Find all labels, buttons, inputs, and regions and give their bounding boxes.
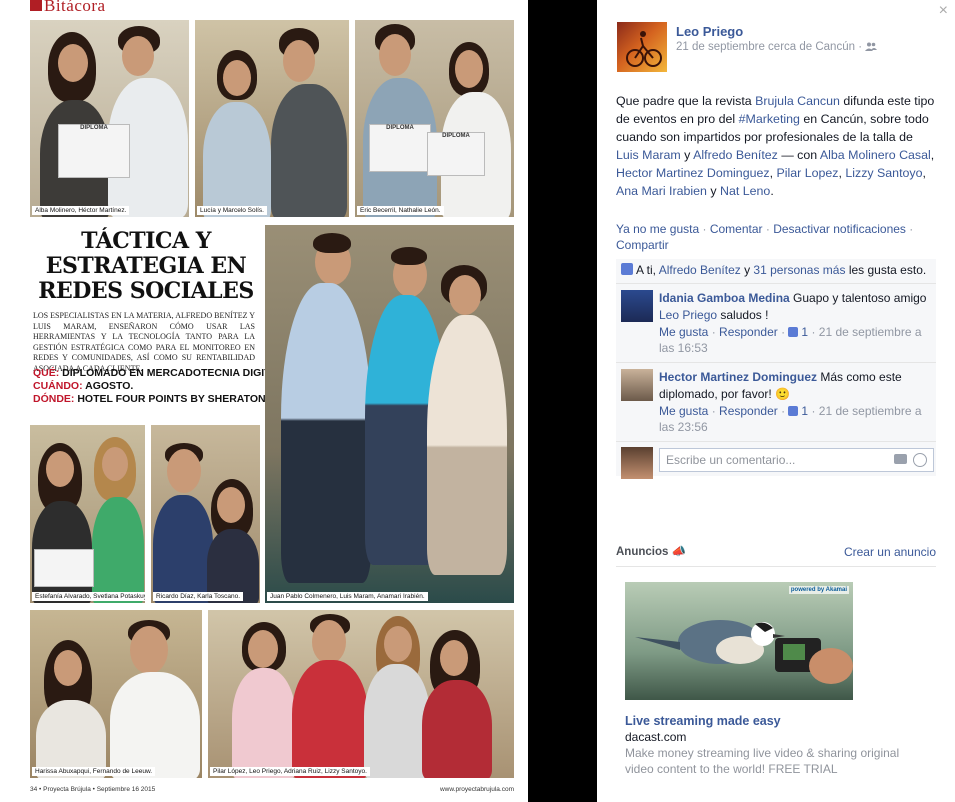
magazine-footer-url: www.proyectabrujula.com bbox=[439, 786, 514, 793]
photo-alba-hector: DIPLOMA Alba Molinero, Héctor Martínez. bbox=[30, 20, 189, 217]
photo-lucia-marcelo: Lucía y Marcelo Solís. bbox=[195, 20, 349, 217]
tag-hector-martinez-dominguez[interactable]: Hector Martinez Dominguez bbox=[616, 166, 770, 180]
post-actions: Ya no me gusta · Comentar · Desactivar n… bbox=[616, 222, 914, 252]
photo-caption: Estefanía Alvarado, Svetlana Potaskuyeva… bbox=[32, 592, 145, 601]
mention-alfredo-benitez[interactable]: Alfredo Benítez bbox=[693, 148, 778, 162]
comment-author-link[interactable]: Idania Gamboa Medina bbox=[659, 291, 790, 305]
diploma: DIPLOMA bbox=[58, 124, 130, 178]
info-what: QUÉ: DIPLOMADO EN MERCADOTECNIA DIGITAL. bbox=[33, 367, 287, 379]
ad-image[interactable]: powered by Akamai bbox=[625, 582, 853, 700]
post-meta: 21 de septiembre cerca de Cancún · bbox=[676, 41, 878, 53]
post-timestamp[interactable]: 21 de septiembre cerca de Cancún · bbox=[676, 41, 862, 53]
comment-link[interactable]: Comentar bbox=[710, 222, 763, 236]
tag-nat-leno[interactable]: Nat Leno bbox=[720, 184, 770, 198]
comment-mention-link[interactable]: Leo Priego bbox=[659, 308, 717, 322]
info-where: DÓNDE: HOTEL FOUR POINTS BY SHERATON. bbox=[33, 393, 269, 405]
photo-estefania-svetlana: Estefanía Alvarado, Svetlana Potaskuyeva… bbox=[30, 425, 145, 603]
write-comment-row: Escribe un comentario... bbox=[616, 442, 936, 479]
magazine-logo: Bitácora bbox=[30, 0, 106, 16]
ads-header: Anuncios 📣 Crear un anuncio bbox=[616, 544, 936, 567]
mention-brujula-cancun[interactable]: Brujula Cancun bbox=[755, 94, 840, 108]
liker-alfredo-benitez[interactable]: Alfredo Benítez bbox=[659, 263, 741, 277]
likes-summary: A ti, Alfredo Benítez y 31 personas más … bbox=[616, 259, 936, 284]
disable-notifications-link[interactable]: Desactivar notificaciones bbox=[773, 222, 906, 236]
photo-harissa-fernando: Harissa Abuxapqui, Fernando de Leeuw. bbox=[30, 610, 202, 778]
hashtag-marketing[interactable]: #Marketing bbox=[739, 112, 800, 126]
current-user-avatar bbox=[621, 447, 653, 479]
tag-alba-molinero-casal[interactable]: Alba Molinero Casal bbox=[820, 148, 931, 162]
post-text: Que padre que la revista Brujula Cancun … bbox=[616, 94, 935, 198]
like-thumb-icon bbox=[621, 263, 633, 275]
comment-reply-link[interactable]: Responder bbox=[719, 325, 778, 339]
share-link[interactable]: Compartir bbox=[616, 238, 669, 252]
photo-caption: Eric Becerril, Nathalie León. bbox=[357, 206, 444, 215]
megaphone-icon: 📣 bbox=[671, 546, 686, 558]
close-icon[interactable]: × bbox=[939, 2, 948, 20]
comment-like-link[interactable]: Me gusta bbox=[659, 404, 708, 418]
ads-label: Anuncios 📣 bbox=[616, 546, 686, 558]
create-ad-link[interactable]: Crear un anuncio bbox=[844, 545, 936, 559]
info-when: CUÁNDO: AGOSTO. bbox=[33, 380, 134, 392]
emoji-icon[interactable] bbox=[913, 453, 927, 467]
ad-title-link[interactable]: Live streaming made easy bbox=[625, 714, 781, 728]
comment-input-placeholder: Escribe un comentario... bbox=[666, 453, 796, 467]
photo-ricardo-karla: Ricardo Díaz, Karla Toscano. bbox=[151, 425, 260, 603]
like-thumb-icon bbox=[788, 406, 799, 416]
comments-section: A ti, Alfredo Benítez y 31 personas más … bbox=[616, 259, 936, 479]
tag-pilar-lopez[interactable]: Pilar Lopez bbox=[776, 166, 838, 180]
tag-lizzy-santoyo[interactable]: Lizzy Santoyo bbox=[845, 166, 922, 180]
ad-description: Make money streaming live video & sharin… bbox=[625, 746, 900, 776]
magazine-footer: 34 • Proyecta Brújula • Septiembre 16 20… bbox=[30, 786, 156, 793]
photo-caption: Pilar López, Leo Priego, Adriana Ruiz, L… bbox=[210, 767, 370, 776]
comment-author-link[interactable]: Hector Martinez Dominguez bbox=[659, 370, 817, 384]
diploma: DIPLOMA bbox=[427, 132, 485, 176]
article-title: TÁCTICA Y ESTRATEGIA EN REDES SOCIALES bbox=[38, 228, 254, 304]
photo-caption: Alba Molinero, Héctor Martínez. bbox=[32, 206, 130, 215]
article-body: Los especialistas en la materia, Alfredo… bbox=[33, 311, 255, 373]
comment-like-count[interactable]: 1 bbox=[801, 325, 808, 339]
photo-juan-luis-anamari: Juan Pablo Colmenero, Luis Maram, Anamar… bbox=[265, 225, 514, 603]
diploma bbox=[34, 549, 94, 587]
diploma: DIPLOMA bbox=[369, 124, 431, 172]
comment-reply-link[interactable]: Responder bbox=[719, 404, 778, 418]
poster-avatar[interactable] bbox=[617, 22, 667, 72]
mention-luis-maram[interactable]: Luis Maram bbox=[616, 148, 681, 162]
poster-name-link[interactable]: Leo Priego bbox=[676, 24, 743, 39]
comment-input[interactable]: Escribe un comentario... bbox=[659, 448, 934, 472]
photo-caption: Ricardo Díaz, Karla Toscano. bbox=[153, 592, 244, 601]
photo-caption: Juan Pablo Colmenero, Luis Maram, Anamar… bbox=[267, 592, 428, 601]
photo-caption: Harissa Abuxapqui, Fernando de Leeuw. bbox=[32, 767, 156, 776]
likers-count-link[interactable]: 31 personas más bbox=[753, 263, 845, 277]
like-thumb-icon bbox=[788, 327, 799, 337]
friends-audience-icon[interactable] bbox=[865, 41, 878, 53]
magazine-page: Bitácora DIPLOMA Alba Molinero, Héctor M… bbox=[0, 0, 528, 802]
comment-item: Idania Gamboa Medina Guapo y talentoso a… bbox=[616, 284, 936, 363]
facebook-photo-sidebar: × Leo Priego 21 de septiembre cerca de C… bbox=[597, 0, 955, 802]
photo-pilar-leo-adriana-lizzy: Pilar López, Leo Priego, Adriana Ruiz, L… bbox=[208, 610, 514, 778]
commenter-avatar[interactable] bbox=[621, 369, 653, 401]
comment-like-count[interactable]: 1 bbox=[801, 404, 808, 418]
comment-like-link[interactable]: Me gusta bbox=[659, 325, 708, 339]
photo-caption: Lucía y Marcelo Solís. bbox=[197, 206, 267, 215]
ad-domain: dacast.com bbox=[625, 730, 687, 744]
commenter-avatar[interactable] bbox=[621, 290, 653, 322]
bird-illustration bbox=[635, 620, 853, 684]
comment-item: Hector Martinez Dominguez Más como este … bbox=[616, 363, 936, 442]
photo-eric-nathalie: DIPLOMA DIPLOMA Eric Becerril, Nathalie … bbox=[355, 20, 514, 217]
unlike-link[interactable]: Ya no me gusta bbox=[616, 222, 699, 236]
camera-icon[interactable] bbox=[894, 454, 907, 464]
tag-ana-mari-irabien[interactable]: Ana Mari Irabien bbox=[616, 184, 707, 198]
